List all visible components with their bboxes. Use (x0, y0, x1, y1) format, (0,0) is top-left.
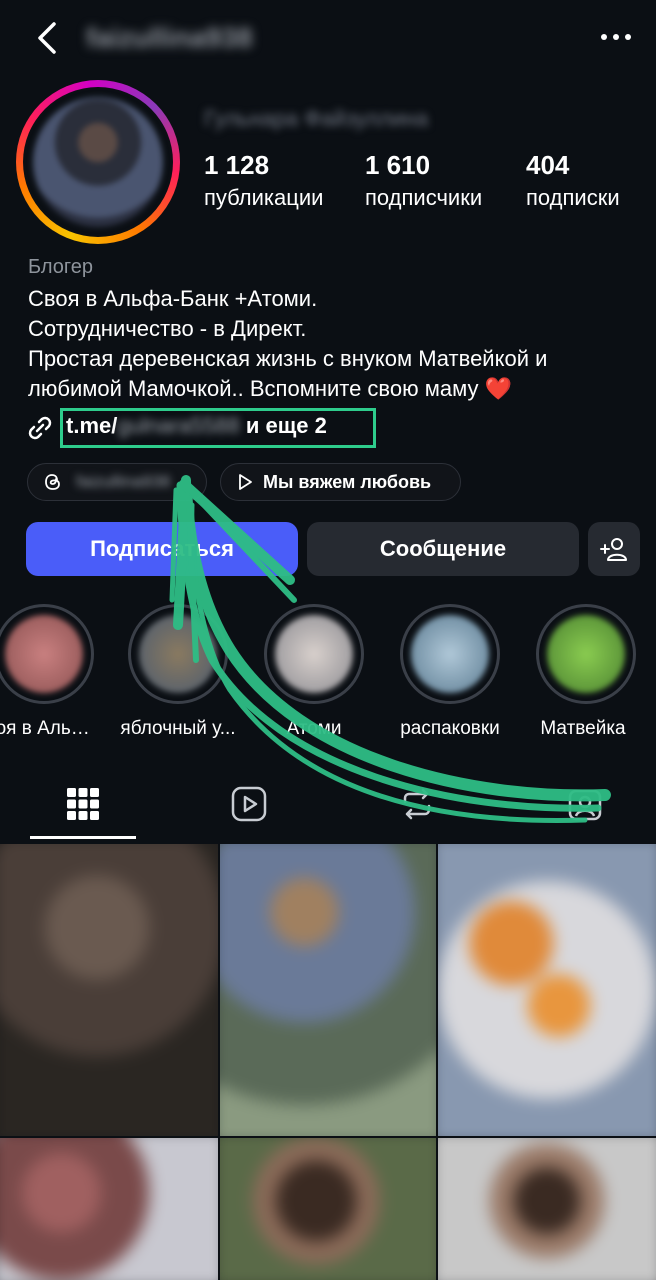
highlight-ring (264, 604, 364, 704)
post-thumbnail[interactable] (0, 1138, 218, 1280)
threads-handle: faizullina938 (76, 472, 171, 491)
profile-username: faizullina938 (86, 22, 253, 53)
highlight-cover (275, 615, 353, 693)
highlight-item[interactable]: распаковки (398, 604, 502, 739)
bio-line-4: любимой Мамочкой.. Вспомните свою маму ❤… (28, 374, 512, 404)
tab-tagged[interactable] (532, 770, 638, 840)
posts-grid (0, 844, 656, 1280)
bio-link-suffix: и еще 2 (239, 413, 327, 438)
active-tab-indicator (30, 836, 136, 839)
bio-link-hidden: gulnara5588 (117, 413, 240, 438)
reels-icon (231, 786, 267, 822)
bio-line-4-text: любимой Мамочкой.. Вспомните свою маму (28, 376, 479, 401)
post-thumbnail[interactable] (220, 844, 436, 1136)
highlight-label: Своя в Альфа-Банк (0, 718, 102, 739)
avatar-image (33, 97, 163, 227)
link-icon (28, 416, 52, 440)
message-button[interactable]: Сообщение (307, 522, 579, 576)
bio-line-3: Простая деревенская жизнь с внуком Матве… (28, 346, 548, 371)
bio-link-prefix: t.me/ (66, 413, 118, 438)
reel-chip-label: Мы вяжем любовь (263, 471, 432, 492)
threads-icon (45, 474, 60, 490)
post-image (0, 1138, 218, 1280)
stat-following-value: 404 (526, 150, 570, 180)
highlight-label: Матвейка (540, 718, 626, 739)
avatar[interactable] (16, 80, 180, 244)
highlight-ring (536, 604, 636, 704)
bio-line-1: Своя в Альфа-Банк +Атоми. (28, 286, 318, 311)
add-user-icon (600, 538, 627, 561)
highlight-label: распаковки (400, 718, 500, 739)
stat-followers-label: подписчики (365, 185, 483, 210)
highlight-cover (139, 615, 217, 693)
stat-posts-label: публикации (204, 185, 324, 210)
heart-emoji: ❤️ (484, 376, 512, 401)
highlight-cover (547, 615, 625, 693)
post-image (438, 844, 656, 1136)
stat-posts-value: 1 128 (204, 150, 270, 180)
post-thumbnail[interactable] (438, 1138, 656, 1280)
highlight-ring (400, 604, 500, 704)
reposts-icon (403, 788, 431, 820)
tab-reels[interactable] (196, 770, 302, 840)
bio-line-2: Сотрудничество - в Директ. (28, 316, 307, 341)
highlight-item[interactable]: яблочный у... (120, 604, 236, 739)
avatar-frame (23, 87, 173, 237)
tagged-icon (568, 789, 602, 821)
post-thumbnail[interactable] (220, 1138, 436, 1280)
suggest-users-button[interactable] (588, 522, 640, 576)
post-image (220, 1138, 436, 1280)
follow-button[interactable]: Подписаться (26, 522, 298, 576)
post-thumbnail[interactable] (438, 844, 656, 1136)
post-image (0, 844, 218, 1136)
top-bar: faizullina938 (0, 0, 656, 76)
highlight-item[interactable]: Матвейка (534, 604, 638, 739)
highlight-cover (411, 615, 489, 693)
back-icon[interactable] (28, 18, 68, 58)
bio-link[interactable]: t.me/gulnara5588 и еще 2 (66, 413, 327, 439)
stat-followers-value: 1 610 (365, 150, 431, 180)
highlight-label: яблочный у... (120, 718, 236, 739)
highlight-label: Атоми (286, 718, 342, 739)
highlight-cover (5, 615, 83, 693)
profile-page: faizullina938 Гульнара Файзуллина 1 128 … (0, 0, 656, 1280)
post-image (220, 844, 436, 1136)
profile-full-name: Гульнара Файзуллина (204, 106, 429, 131)
highlight-ring (128, 604, 228, 704)
reel-chip[interactable]: Мы вяжем любовь (220, 463, 461, 501)
profile-tabs (0, 770, 656, 840)
post-thumbnail[interactable] (0, 844, 218, 1136)
highlight-item[interactable]: Своя в Альфа-Банк (0, 604, 102, 739)
play-icon (239, 474, 252, 490)
threads-chip[interactable]: faizullina938 (27, 463, 207, 501)
post-image (438, 1138, 656, 1280)
tab-grid[interactable] (30, 770, 136, 840)
grid-icon (67, 788, 99, 820)
tab-reposts[interactable] (364, 770, 470, 840)
stat-followers[interactable]: 1 610 подписчики (365, 150, 482, 211)
highlight-ring (0, 604, 94, 704)
stat-following[interactable]: 404 подписки (526, 150, 620, 211)
stat-following-label: подписки (526, 185, 620, 210)
highlight-item[interactable]: Атоми (262, 604, 366, 739)
profile-category: Блогер (28, 256, 94, 278)
stat-posts[interactable]: 1 128 публикации (204, 150, 323, 211)
more-options-icon[interactable] (596, 22, 636, 52)
